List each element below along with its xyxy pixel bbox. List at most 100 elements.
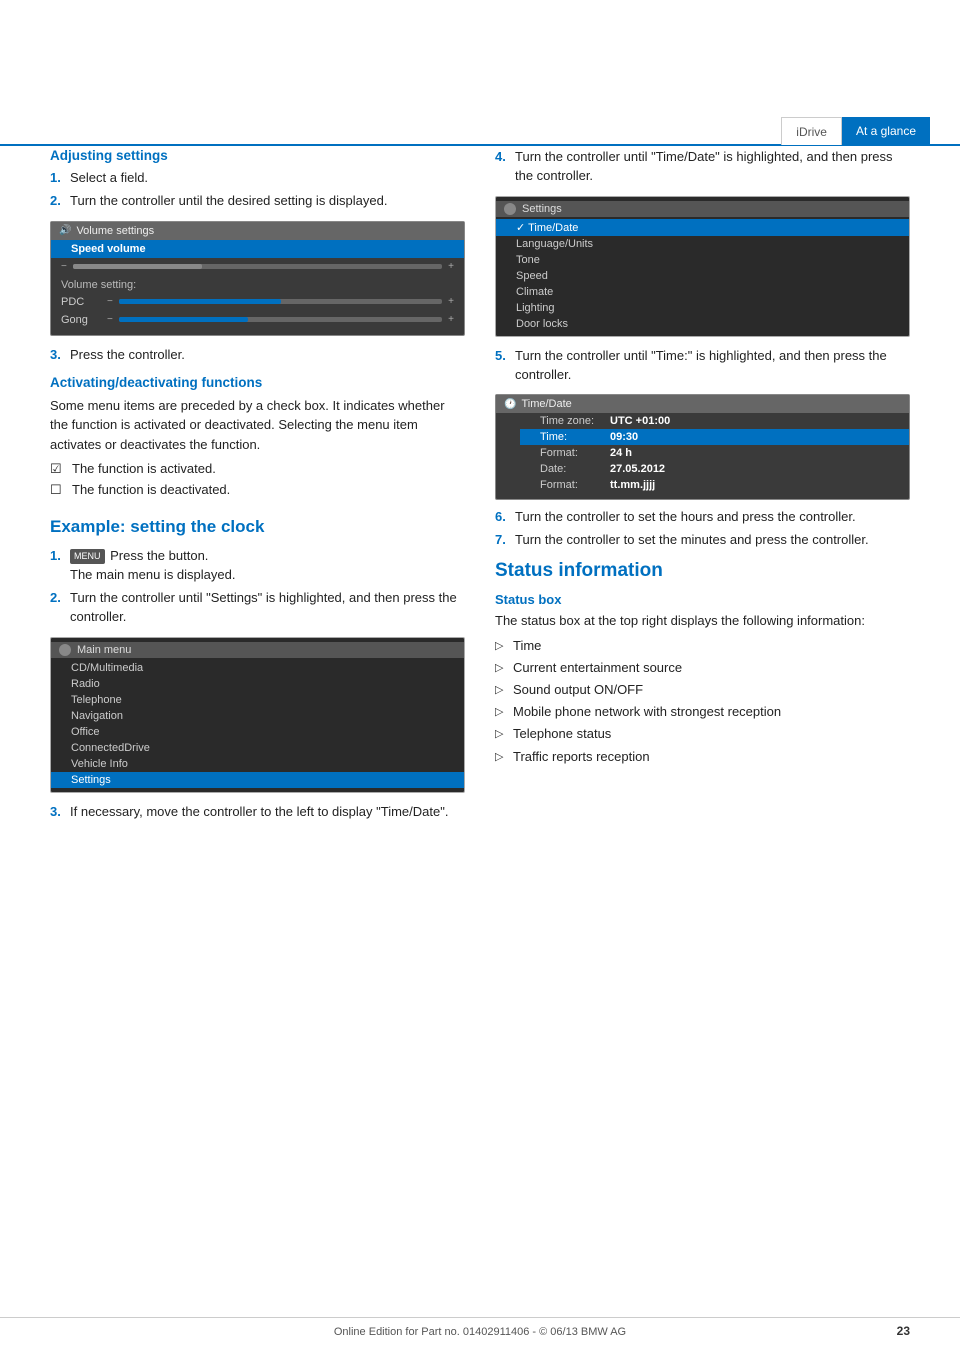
activating-heading: Activating/deactivating functions (50, 375, 465, 390)
arrow-icon-3: ▷ (495, 683, 507, 698)
step-num-7: 7. (495, 531, 509, 550)
settings-item-tone: Tone (496, 252, 909, 268)
menu-item-settings: Settings (51, 772, 464, 788)
adjusting-settings-heading: Adjusting settings (50, 148, 465, 163)
status-information-heading: Status information (495, 560, 910, 582)
tab-ataglance-label: At a glance (856, 124, 916, 138)
volume-section-label: Volume setting: (51, 275, 464, 293)
pdc-row: PDC − + (51, 293, 464, 311)
status-item-telephone: ▷ Telephone status (495, 725, 910, 743)
check-activated: ☑ The function is activated. (50, 460, 465, 478)
step-text-7: Turn the controller to set the minutes a… (515, 531, 910, 550)
menu-item-radio: Radio (51, 676, 464, 692)
settings-item-speed: Speed (496, 268, 909, 284)
timedate-screen: 🕐 Time/Date Time zone: UTC +01:00 Time: … (495, 394, 910, 500)
settings-screen-title-bar: Settings (496, 201, 909, 217)
settings-item-climate: Climate (496, 284, 909, 300)
settings-item-timedate: ✓ Time/Date (496, 219, 909, 236)
step-num-4: 4. (495, 148, 509, 186)
menu-item-connecteddrive: ConnectedDrive (51, 740, 464, 756)
square-icon: ☐ (50, 481, 66, 499)
td-row-timezone: Time zone: UTC +01:00 (520, 413, 909, 429)
arrow-icon-1: ▷ (495, 639, 507, 654)
volume-screen-title: 🔊 Volume settings (51, 222, 464, 240)
step-text-1: Select a field. (70, 169, 465, 188)
steps-6-7-list: 6. Turn the controller to set the hours … (495, 508, 910, 550)
settings-item-doorlocks: Door locks (496, 316, 909, 332)
step-text-3: Press the controller. (70, 346, 465, 365)
status-items-list: ▷ Time ▷ Current entertainment source ▷ … (495, 637, 910, 766)
step4-list: 4. Turn the controller until "Time/Date"… (495, 148, 910, 186)
status-item-time: ▷ Time (495, 637, 910, 655)
screen-icon (59, 644, 71, 656)
td-row-format1: Format: 24 h (520, 445, 909, 461)
speed-volume-row: Speed volume (51, 240, 464, 258)
tab-ataglance[interactable]: At a glance (842, 117, 930, 145)
footer-text: Online Edition for Part no. 01402911406 … (334, 1326, 626, 1338)
status-item-sound: ▷ Sound output ON/OFF (495, 681, 910, 699)
settings-screen-title: Settings (522, 203, 562, 215)
ex-step-text-2: Turn the controller until "Settings" is … (70, 589, 465, 627)
example-step-2: 2. Turn the controller until "Settings" … (50, 589, 465, 627)
tab-idrive[interactable]: iDrive (781, 117, 842, 145)
gong-row: Gong − + (51, 311, 464, 329)
step3-list: 3. Press the controller. (50, 346, 465, 365)
tab-idrive-label: iDrive (796, 125, 827, 139)
step-5: 5. Turn the controller until "Time:" is … (495, 347, 910, 385)
arrow-icon-5: ▷ (495, 727, 507, 742)
checkmark-icon: ☑ (50, 460, 66, 478)
timedate-screen-title: 🕐 Time/Date (496, 395, 909, 413)
check-deactivated: ☐ The function is deactivated. (50, 481, 465, 499)
footer: Online Edition for Part no. 01402911406 … (0, 1317, 960, 1338)
slider-row-speed: − + (51, 258, 464, 275)
right-column: 4. Turn the controller until "Time/Date"… (495, 148, 910, 832)
menu-item-cdmultimedia: CD/Multimedia (51, 660, 464, 676)
main-menu-screen: Main menu CD/Multimedia Radio Telephone … (50, 637, 465, 793)
step-text-2: Turn the controller until the desired se… (70, 192, 465, 211)
td-row-time: Time: 09:30 (520, 429, 909, 445)
step-6: 6. Turn the controller to set the hours … (495, 508, 910, 527)
step-2: 2. Turn the controller until the desired… (50, 192, 465, 211)
arrow-icon-2: ▷ (495, 661, 507, 676)
step3-example-list: 3. If necessary, move the controller to … (50, 803, 465, 822)
settings-screen-icon (504, 203, 516, 215)
example-step-3: 3. If necessary, move the controller to … (50, 803, 465, 822)
settings-screen: Settings ✓ Time/Date Language/Units Tone… (495, 196, 910, 337)
status-item-traffic: ▷ Traffic reports reception (495, 748, 910, 766)
menu-item-vehicleinfo: Vehicle Info (51, 756, 464, 772)
volume-settings-screen: 🔊 Volume settings Speed volume − + Volum… (50, 221, 465, 336)
step5-list: 5. Turn the controller until "Time:" is … (495, 347, 910, 385)
header-bar: iDrive At a glance (0, 118, 960, 146)
page-number: 23 (897, 1324, 910, 1338)
step-text-4: Turn the controller until "Time/Date" is… (515, 148, 910, 186)
main-content: Adjusting settings 1. Select a field. 2.… (50, 148, 910, 1278)
step-3: 3. Press the controller. (50, 346, 465, 365)
arrow-icon-4: ▷ (495, 705, 507, 720)
td-row-format2: Format: tt.mm.jjjj (520, 477, 909, 493)
example-heading: Example: setting the clock (50, 517, 465, 537)
step-num-6: 6. (495, 508, 509, 527)
example-step-1: 1. MENU Press the button. The main menu … (50, 547, 465, 585)
ex-step-text-3: If necessary, move the controller to the… (70, 803, 465, 822)
step-text-6: Turn the controller to set the hours and… (515, 508, 910, 527)
ex-step-num-3: 3. (50, 803, 64, 822)
status-item-mobile: ▷ Mobile phone network with strongest re… (495, 703, 910, 721)
step-7: 7. Turn the controller to set the minute… (495, 531, 910, 550)
menu-item-navigation: Navigation (51, 708, 464, 724)
ex-step-text-1: MENU Press the button. The main menu is … (70, 547, 465, 585)
menu-item-office: Office (51, 724, 464, 740)
adjust-steps-list: 1. Select a field. 2. Turn the controlle… (50, 169, 465, 211)
step-1: 1. Select a field. (50, 169, 465, 188)
ex-step-num-2: 2. (50, 589, 64, 627)
main-menu-title-bar: Main menu (51, 642, 464, 658)
activating-text: Some menu items are preceded by a check … (50, 396, 465, 455)
menu-badge: MENU (70, 549, 105, 564)
menu-item-telephone: Telephone (51, 692, 464, 708)
ex-step-num-1: 1. (50, 547, 64, 585)
example-steps-list: 1. MENU Press the button. The main menu … (50, 547, 465, 626)
two-column-layout: Adjusting settings 1. Select a field. 2.… (50, 148, 910, 832)
td-row-date: Date: 27.05.2012 (520, 461, 909, 477)
step-num-5: 5. (495, 347, 509, 385)
step-num-3: 3. (50, 346, 64, 365)
step-num-1: 1. (50, 169, 64, 188)
